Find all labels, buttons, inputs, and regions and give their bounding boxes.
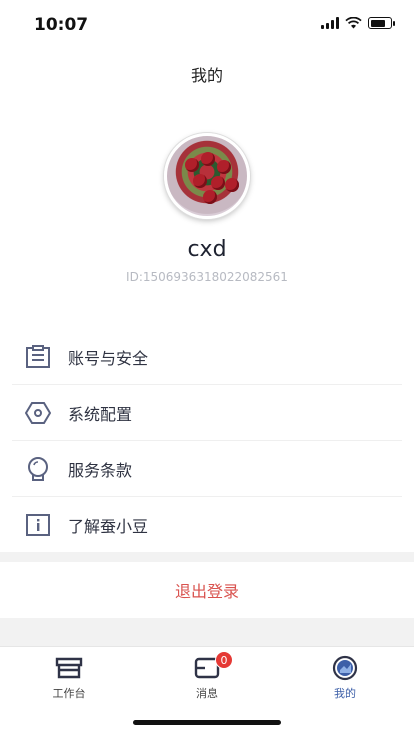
status-time: 10:07 — [34, 15, 89, 35]
status-icons — [321, 17, 395, 29]
tab-label: 我的 — [334, 687, 356, 700]
section-divider — [0, 618, 414, 646]
battery-icon — [368, 17, 395, 29]
settings-menu: 账号与安全 系统配置 服务条款 了解蚕小豆 — [0, 329, 414, 553]
avatar[interactable] — [164, 133, 250, 219]
tab-profile[interactable]: 我的 — [295, 653, 395, 701]
wifi-icon — [345, 17, 362, 29]
status-bar: 10:07 — [0, 0, 414, 50]
menu-label: 系统配置 — [68, 405, 133, 424]
tab-label: 工作台 — [52, 687, 86, 700]
settings-hexagon-icon — [24, 399, 52, 427]
tab-label: 消息 — [196, 687, 218, 700]
info-icon — [24, 511, 52, 539]
message-icon: 0 — [157, 651, 257, 683]
menu-item-system-config[interactable]: 系统配置 — [0, 385, 414, 441]
account-security-icon — [24, 343, 52, 371]
logout-button[interactable]: 退出登录 — [0, 562, 414, 618]
menu-item-account-security[interactable]: 账号与安全 — [0, 329, 414, 385]
menu-label: 了解蚕小豆 — [68, 517, 149, 536]
home-indicator — [133, 720, 281, 725]
terms-icon — [24, 455, 52, 483]
section-divider — [0, 552, 414, 562]
menu-item-terms[interactable]: 服务条款 — [0, 441, 414, 497]
username: cxd — [187, 237, 227, 262]
unread-badge: 0 — [215, 651, 233, 669]
profile-icon — [295, 653, 395, 683]
workbench-icon — [19, 653, 119, 683]
profile-page: 10:07 我的 cxd ID:1506936318022082561 账号与安… — [0, 0, 414, 736]
menu-item-about[interactable]: 了解蚕小豆 — [0, 497, 414, 553]
tab-workbench[interactable]: 工作台 — [19, 653, 119, 701]
tab-messages[interactable]: 0 消息 — [157, 651, 257, 701]
menu-label: 服务条款 — [68, 461, 133, 480]
menu-label: 账号与安全 — [68, 349, 149, 368]
cellular-signal-icon — [321, 17, 339, 29]
user-id: ID:1506936318022082561 — [126, 270, 288, 284]
page-title: 我的 — [190, 66, 223, 85]
